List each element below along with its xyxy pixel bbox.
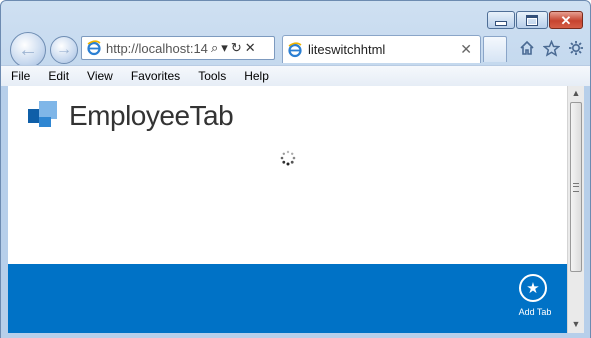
navigation-bar: ← → http://localhost:14 ⌕ ▾ ↻ ✕ liteswit…	[1, 31, 590, 68]
stop-icon[interactable]: ✕	[245, 40, 256, 56]
back-button[interactable]: ←	[10, 32, 46, 68]
app-logo-icon	[27, 100, 59, 132]
window-frame-right	[584, 86, 590, 336]
forward-arrow-icon: →	[56, 41, 72, 58]
close-icon: ✕	[560, 12, 572, 28]
minimize-button[interactable]	[487, 11, 515, 29]
dropdown-arrow-icon[interactable]: ▾	[221, 40, 228, 56]
window-frame-left	[1, 86, 8, 336]
ie-tab-icon	[287, 41, 303, 58]
loading-spinner-icon	[280, 150, 296, 166]
menu-tools[interactable]: Tools	[188, 69, 234, 83]
tab-liteswitchhtml[interactable]: liteswitchhtml ✕	[282, 35, 481, 63]
add-tab-label[interactable]: Add Tab	[510, 307, 560, 317]
search-icon[interactable]: ⌕	[211, 40, 218, 56]
tools-gear-icon[interactable]	[567, 39, 585, 57]
window-frame-bottom	[1, 333, 590, 338]
menu-bar: File Edit View Favorites Tools Help	[1, 65, 590, 87]
app-bar: ★ Add Tab	[8, 264, 567, 333]
back-arrow-icon: ←	[18, 39, 38, 61]
menu-view[interactable]: View	[77, 69, 121, 83]
browser-window: ✕ ← → http://localhost:14 ⌕ ▾ ↻ ✕ litesw…	[0, 0, 591, 338]
tab-title: liteswitchhtml	[308, 42, 386, 57]
menu-help[interactable]: Help	[234, 69, 277, 83]
grip-icon	[573, 182, 579, 192]
vertical-scrollbar[interactable]: ▲ ▼	[567, 86, 584, 333]
home-icon[interactable]	[518, 39, 536, 57]
scroll-up-arrow-icon[interactable]: ▲	[568, 86, 584, 101]
app-title: EmployeeTab	[69, 100, 234, 131]
forward-button[interactable]: →	[50, 36, 78, 64]
maximize-button[interactable]	[516, 11, 548, 29]
close-window-button[interactable]: ✕	[549, 11, 583, 29]
page-content: EmployeeTab ★ Add Tab	[8, 86, 567, 333]
add-tab-button[interactable]: ★	[519, 274, 547, 302]
menu-file[interactable]: File	[1, 69, 38, 83]
minimize-icon	[495, 20, 507, 26]
address-bar[interactable]: http://localhost:14 ⌕ ▾ ↻ ✕	[81, 36, 275, 60]
favorites-star-icon[interactable]	[542, 39, 560, 57]
ie-page-icon	[86, 40, 102, 56]
address-input[interactable]: http://localhost:14	[106, 41, 208, 56]
close-tab-icon[interactable]: ✕	[460, 41, 472, 58]
menu-edit[interactable]: Edit	[38, 69, 77, 83]
menu-favorites[interactable]: Favorites	[121, 69, 188, 83]
new-tab-button[interactable]	[483, 36, 507, 62]
maximize-icon	[526, 14, 538, 26]
scroll-down-arrow-icon[interactable]: ▼	[568, 317, 584, 332]
title-bar: ✕	[1, 1, 590, 31]
star-icon: ★	[526, 279, 540, 297]
scroll-thumb[interactable]	[570, 102, 582, 272]
refresh-icon[interactable]: ↻	[231, 40, 242, 56]
